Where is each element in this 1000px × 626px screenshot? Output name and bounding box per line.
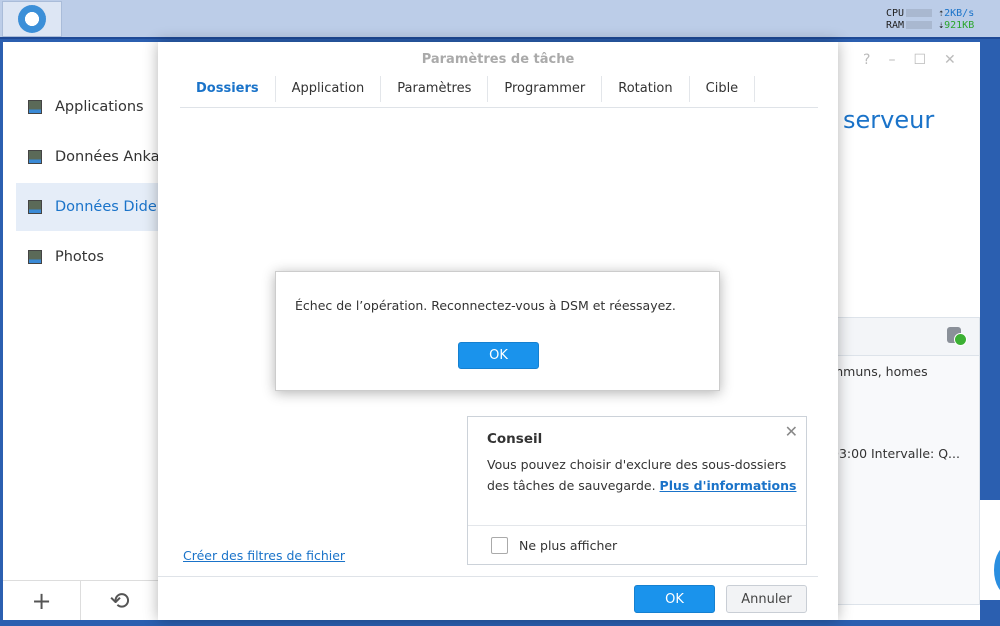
dialog-footer-divider	[158, 576, 818, 577]
sidebar: Applications Données Ankar Données Dider…	[3, 42, 176, 620]
window-controls: ?–☐✕	[863, 52, 974, 68]
sidebar-item-label: Données Ankar	[55, 149, 166, 165]
maximize-button[interactable]: ☐	[913, 52, 944, 68]
schedule-text: 03:00 Intervalle: Q...	[831, 446, 960, 461]
dont-show-again-label[interactable]: Ne plus afficher	[519, 538, 617, 553]
minimize-button[interactable]: –	[888, 52, 913, 68]
plus-icon[interactable]: +	[3, 581, 81, 620]
task-icon	[28, 100, 42, 114]
tip-popup: Conseil ✕ Vous pouvez choisir d'exclure …	[467, 416, 807, 565]
ram-bar	[906, 21, 933, 29]
cpu-label: CPU	[886, 8, 905, 19]
more-info-link[interactable]: Plus d'informations	[660, 478, 797, 493]
sidebar-item-label: Applications	[55, 99, 144, 115]
tab-programmer[interactable]: Programmer	[488, 76, 603, 102]
tip-title: Conseil	[487, 431, 543, 447]
tab-dossiers[interactable]: Dossiers	[180, 76, 276, 102]
task-icon	[28, 150, 42, 164]
sidebar-item-donnees-dider[interactable]: Données Dider	[16, 183, 176, 231]
dialog-ok-button[interactable]: OK	[634, 585, 715, 613]
task-icon	[28, 200, 42, 214]
close-icon[interactable]: ✕	[785, 422, 798, 441]
task-icon	[28, 250, 42, 264]
history-icon[interactable]: ⟲	[81, 581, 159, 620]
tab-rotation[interactable]: Rotation	[602, 76, 690, 102]
dont-show-again-checkbox[interactable]	[491, 537, 508, 554]
tip-body: Vous pouvez choisir d'exclure des sous-d…	[487, 454, 797, 496]
sidebar-item-label: Données Dider	[55, 199, 163, 215]
alert-message: Échec de l’opération. Reconnectez-vous à…	[295, 298, 676, 313]
download-speed: 921KB	[944, 20, 975, 31]
resource-monitor[interactable]: CPU ⇡2KB/s RAM ⇣921KB	[886, 8, 974, 32]
error-alert: Échec de l’opération. Reconnectez-vous à…	[275, 271, 720, 391]
upload-speed: 2KB/s	[944, 8, 975, 19]
tab-application[interactable]: Application	[276, 76, 382, 102]
tab-bar: Dossiers Application Paramètres Programm…	[180, 76, 818, 108]
tab-cible[interactable]: Cible	[690, 76, 756, 102]
help-button[interactable]: ?	[863, 52, 888, 68]
dialog-title: Paramètres de tâche	[421, 52, 575, 67]
sidebar-item-donnees-ankar[interactable]: Données Ankar	[16, 133, 176, 181]
close-button[interactable]: ✕	[944, 52, 974, 68]
task-info-panel: mmuns, homes 03:00 Intervalle: Q...	[818, 317, 980, 605]
lock-check-icon	[947, 327, 967, 346]
sidebar-item-photos[interactable]: Photos	[16, 233, 176, 281]
ram-label: RAM	[886, 20, 905, 31]
tab-parametres[interactable]: Paramètres	[381, 76, 489, 102]
backup-app-icon	[18, 5, 46, 33]
page-heading: serveur	[843, 106, 935, 134]
divider	[468, 525, 806, 526]
sidebar-toolbar: + ⟲	[3, 580, 159, 620]
alert-ok-button[interactable]: OK	[458, 342, 539, 369]
cpu-bar	[906, 9, 933, 17]
create-file-filters-link[interactable]: Créer des filtres de fichier	[183, 548, 345, 563]
dialog-cancel-button[interactable]: Annuler	[726, 585, 807, 613]
sidebar-item-label: Photos	[55, 249, 104, 265]
sidebar-item-applications[interactable]: Applications	[16, 83, 176, 131]
taskbar-app-button[interactable]	[2, 1, 62, 37]
taskbar: CPU ⇡2KB/s RAM ⇣921KB	[0, 0, 1000, 39]
source-folders-text: mmuns, homes	[831, 364, 928, 379]
background-window[interactable]	[980, 500, 1000, 600]
